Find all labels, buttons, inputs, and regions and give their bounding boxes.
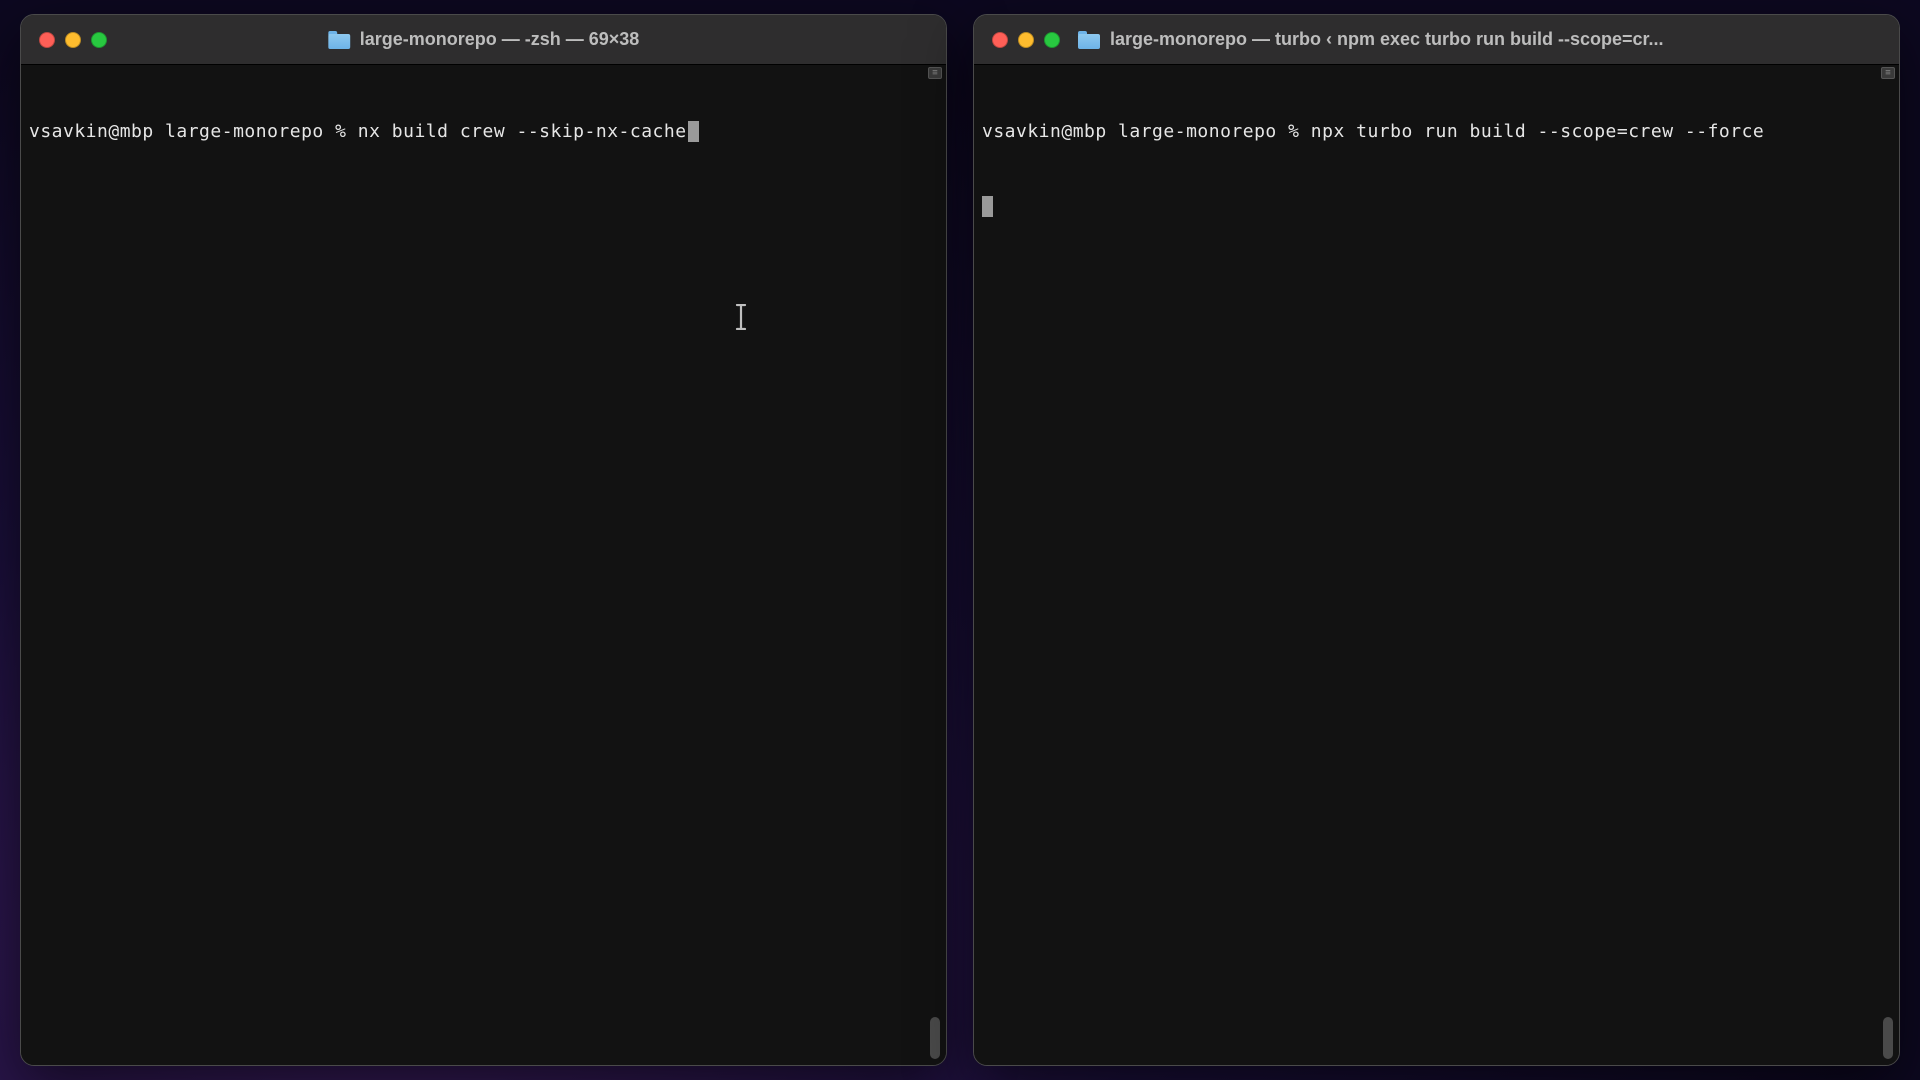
minimize-icon[interactable] xyxy=(1018,32,1034,48)
folder-icon xyxy=(328,31,350,49)
shell-prompt: vsavkin@mbp large-monorepo % xyxy=(982,121,1311,142)
titlebar-left[interactable]: large-monorepo — -zsh — 69×38 xyxy=(21,15,946,65)
terminal-body-right[interactable]: vsavkin@mbp large-monorepo % npx turbo r… xyxy=(974,65,1899,1065)
ibeam-cursor-icon xyxy=(733,255,749,281)
zoom-icon[interactable] xyxy=(1044,32,1060,48)
window-title-right: large-monorepo — turbo ‹ npm exec turbo … xyxy=(1078,29,1664,50)
traffic-lights-left xyxy=(39,32,107,48)
command-text: npx turbo run build --scope=crew --force xyxy=(1311,121,1764,142)
window-title-text: large-monorepo — -zsh — 69×38 xyxy=(360,29,640,50)
desktop: large-monorepo — -zsh — 69×38 vsavkin@mb… xyxy=(0,0,1920,1080)
close-icon[interactable] xyxy=(39,32,55,48)
terminal-window-left[interactable]: large-monorepo — -zsh — 69×38 vsavkin@mb… xyxy=(20,14,947,1066)
window-title-text: large-monorepo — turbo ‹ npm exec turbo … xyxy=(1110,29,1664,50)
command-text: nx build crew --skip-nx-cache xyxy=(358,121,687,142)
zoom-icon[interactable] xyxy=(91,32,107,48)
text-cursor xyxy=(688,121,699,142)
prompt-line: vsavkin@mbp large-monorepo % nx build cr… xyxy=(29,120,938,144)
titlebar-right[interactable]: large-monorepo — turbo ‹ npm exec turbo … xyxy=(974,15,1899,65)
scroll-marker-icon: ≡ xyxy=(928,67,942,79)
scroll-thumb[interactable] xyxy=(1883,1017,1893,1059)
terminal-window-right[interactable]: large-monorepo — turbo ‹ npm exec turbo … xyxy=(973,14,1900,1066)
close-icon[interactable] xyxy=(992,32,1008,48)
scroll-marker-icon: ≡ xyxy=(1881,67,1895,79)
prompt-line: vsavkin@mbp large-monorepo % npx turbo r… xyxy=(982,120,1891,144)
scroll-thumb[interactable] xyxy=(930,1017,940,1059)
text-cursor xyxy=(982,196,993,217)
shell-prompt: vsavkin@mbp large-monorepo % xyxy=(29,121,358,142)
minimize-icon[interactable] xyxy=(65,32,81,48)
folder-icon xyxy=(1078,31,1100,49)
window-title-left: large-monorepo — -zsh — 69×38 xyxy=(328,29,640,50)
traffic-lights-right xyxy=(992,32,1060,48)
scrollbar-right[interactable]: ≡ xyxy=(1879,65,1897,1063)
scrollbar-left[interactable]: ≡ xyxy=(926,65,944,1063)
terminal-body-left[interactable]: vsavkin@mbp large-monorepo % nx build cr… xyxy=(21,65,946,1065)
